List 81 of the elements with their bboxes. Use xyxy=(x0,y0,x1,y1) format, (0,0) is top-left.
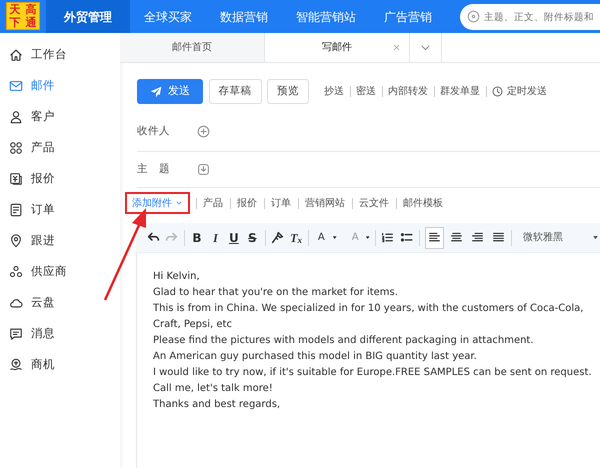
paper-plane-icon xyxy=(150,86,162,98)
preview-button[interactable]: 预览 xyxy=(267,79,309,104)
top-nav-tab[interactable]: 全球买家 xyxy=(130,0,206,33)
attachment-option-link[interactable]: 邮件模板 xyxy=(402,196,444,211)
sidebar-item[interactable]: 跟进 xyxy=(0,225,120,256)
target-icon xyxy=(467,10,480,23)
body-text-line: Call me, let's talk more! xyxy=(153,382,274,396)
search-field[interactable]: 主题、正文、附件标题和 xyxy=(460,4,600,30)
undo-icon xyxy=(146,231,160,244)
clock-icon xyxy=(492,86,503,97)
compose-option-link[interactable]: 内部转发 xyxy=(388,84,428,99)
body-text-line: Glad to hear that you're on the market for items. xyxy=(153,286,399,300)
add-icon xyxy=(197,125,210,138)
person-icon xyxy=(9,110,23,124)
bold-button[interactable]: B xyxy=(188,226,206,248)
opportunity-icon xyxy=(9,358,23,372)
recipient-label: 收件人 xyxy=(137,124,171,139)
grid-icon xyxy=(9,140,23,154)
sidebar-item[interactable]: 商机 xyxy=(0,349,120,380)
body-text-line: Thanks and best regards, xyxy=(153,398,282,412)
ordered-list-icon xyxy=(381,231,394,244)
sidebar-item[interactable]: 消息 xyxy=(0,318,120,349)
align-right-icon xyxy=(471,231,484,244)
price-tag-icon xyxy=(9,172,23,186)
font-color-button[interactable]: A xyxy=(312,226,331,248)
sidebar-item[interactable]: 供应商 xyxy=(0,256,120,287)
tab-label[interactable]: 邮件首页 xyxy=(172,40,212,55)
sidebar-item[interactable]: 报价 xyxy=(0,163,120,194)
bullet-list-icon xyxy=(400,231,413,244)
close-icon xyxy=(392,42,401,52)
document-icon xyxy=(9,202,23,216)
send-button[interactable]: 发送 xyxy=(137,79,203,104)
attachment-option-link[interactable]: 产品 xyxy=(202,196,224,211)
subject-label: 主 题 xyxy=(137,162,171,177)
clear-format-button[interactable]: T$_{x}$ xyxy=(286,226,306,248)
body-text-line: I would like to try now, if it's suitable for Europe.FREE SAMPLES can be sent on request. xyxy=(153,366,593,380)
body-text-line: An American guy purchased this model in BIG quantity last year. xyxy=(153,350,478,364)
sidebar-item[interactable]: 订单 xyxy=(0,194,120,225)
compose-option-link[interactable]: 群发单显 xyxy=(440,84,480,99)
strikethrough-button[interactable]: S xyxy=(243,226,262,248)
attachment-option-link[interactable]: 订单 xyxy=(270,196,292,211)
align-left-icon xyxy=(428,231,442,244)
top-nav-tab[interactable]: 外贸管理 xyxy=(46,0,130,33)
caret-icon xyxy=(330,233,338,242)
sidebar-item[interactable]: 邮件 xyxy=(0,70,120,101)
logo: 天 高 下 通 xyxy=(6,2,40,30)
chat-icon xyxy=(9,326,23,340)
underline-button[interactable]: U xyxy=(224,226,244,248)
justify-icon xyxy=(492,231,506,244)
caret-icon xyxy=(364,233,372,242)
save-draft-button[interactable]: 存草稿 xyxy=(208,79,262,104)
home-icon xyxy=(9,48,23,62)
body-text-line: Please find the pictures with models and different packaging in attachment. xyxy=(153,334,535,348)
schedule-send-link[interactable]: 定时发送 xyxy=(492,84,547,99)
compose-option-link[interactable]: 密送 xyxy=(356,84,376,99)
top-nav-tab[interactable]: 广告营销 xyxy=(370,0,446,33)
location-pin-icon xyxy=(9,234,23,248)
people-icon xyxy=(9,264,23,278)
tab-label[interactable]: 写邮件 xyxy=(322,40,352,55)
align-left-button[interactable] xyxy=(425,226,444,248)
sidebar-item[interactable]: 产品 xyxy=(0,132,120,163)
top-nav-tab[interactable]: 数据营销 xyxy=(206,0,282,33)
sidebar-item[interactable]: 工作台 xyxy=(0,39,120,70)
top-nav-tab[interactable]: 智能营销站 xyxy=(282,0,370,33)
italic-button[interactable]: I xyxy=(206,226,225,248)
tab[interactable]: 邮件首页 xyxy=(120,33,265,62)
sidebar-item[interactable]: 客户 xyxy=(0,101,120,132)
attachment-option-link[interactable]: 营销网站 xyxy=(304,196,346,211)
attachment-option-link[interactable]: 云文件 xyxy=(358,196,390,211)
mail-icon xyxy=(9,78,23,92)
align-center-icon xyxy=(450,231,463,244)
body-text-line: This is from in China. We specialized in for 10 years, with the customers of Coca-Cola, Craft, Pepsi, etc xyxy=(153,302,584,332)
download-icon xyxy=(197,163,210,176)
brush-icon xyxy=(271,231,284,244)
body-text-line: Hi Kelvin, xyxy=(153,270,201,284)
caret-icon xyxy=(591,233,600,242)
redo-icon xyxy=(165,231,178,244)
font-dropdown[interactable]: 微软雅黑 xyxy=(523,230,600,245)
compose-option-link[interactable]: 抄送 xyxy=(324,84,344,99)
sidebar-item[interactable]: 云盘 xyxy=(0,287,120,318)
attachment-option-link[interactable]: 报价 xyxy=(236,196,258,211)
